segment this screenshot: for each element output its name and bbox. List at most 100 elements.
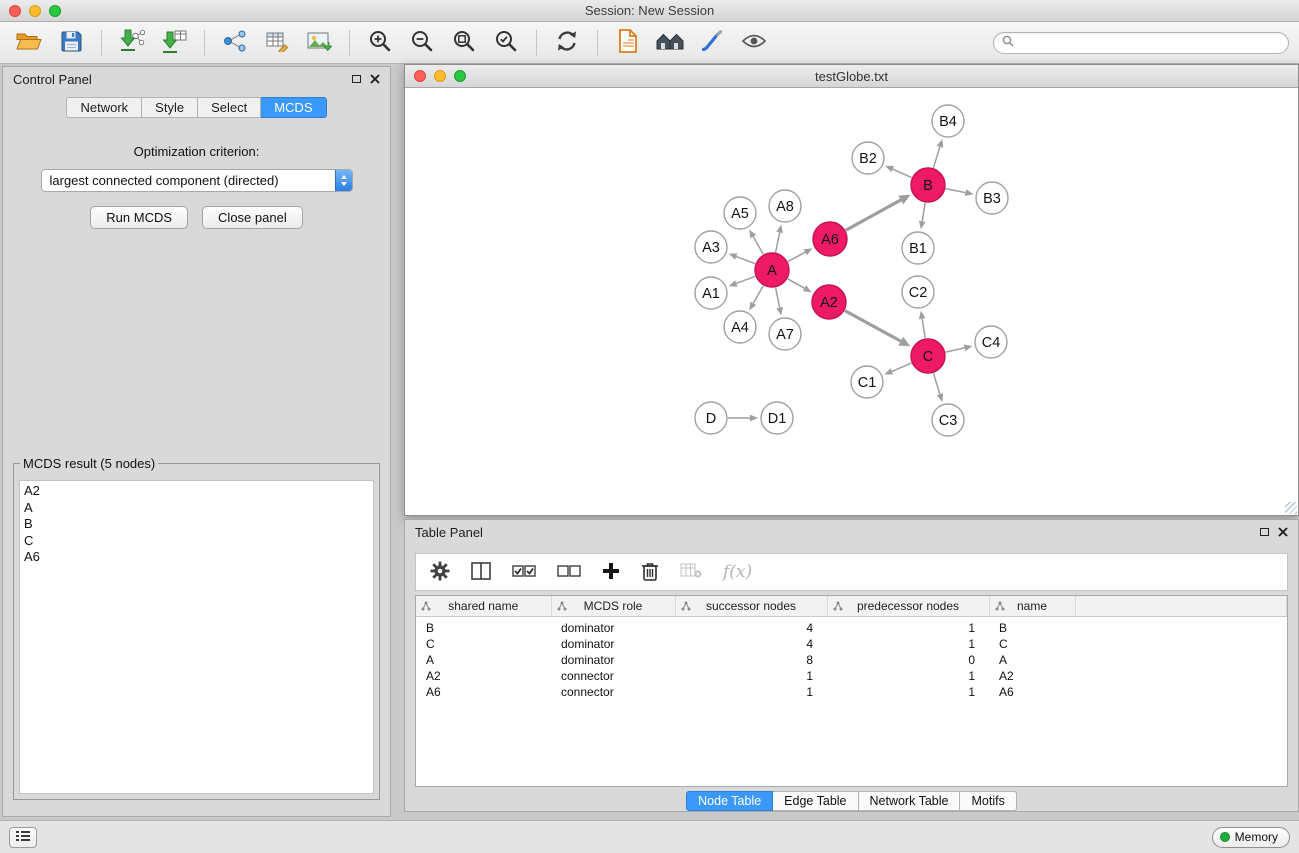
- cell-name[interactable]: A: [989, 652, 1075, 668]
- open-recent-file-button[interactable]: [609, 26, 647, 60]
- import-table-file-button[interactable]: [155, 26, 193, 60]
- control-tab-select[interactable]: Select: [198, 97, 261, 118]
- network-graph[interactable]: B4B2BB3A5A8A6A3B1AA1C2A2A4A7C4CC1C3DD1: [405, 88, 1298, 515]
- mcds-result-item[interactable]: A: [24, 500, 369, 517]
- edge-C-C3[interactable]: [933, 373, 940, 394]
- cell-shared-name[interactable]: A2: [416, 668, 551, 684]
- zoom-window-icon[interactable]: [49, 5, 61, 17]
- import-network-file-button[interactable]: [113, 26, 151, 60]
- node-A1[interactable]: A1: [695, 277, 727, 309]
- cell-MCDS-role[interactable]: connector: [551, 684, 675, 700]
- cell-successor-nodes[interactable]: 1: [675, 684, 827, 700]
- close-table-panel-icon[interactable]: [1278, 525, 1288, 540]
- cell-predecessor-nodes[interactable]: 0: [827, 652, 989, 668]
- node-A[interactable]: A: [755, 253, 789, 287]
- node-A6[interactable]: A6: [813, 222, 847, 256]
- open-session-button[interactable]: [10, 26, 48, 60]
- cell-shared-name[interactable]: A: [416, 652, 551, 668]
- float-panel-icon[interactable]: [352, 75, 361, 83]
- table-row[interactable]: Adominator80A: [416, 652, 1287, 668]
- node-B2[interactable]: B2: [852, 142, 884, 174]
- mcds-result-item[interactable]: C: [24, 533, 369, 550]
- show-hide-button[interactable]: [735, 26, 773, 60]
- add-row-button[interactable]: [602, 562, 620, 583]
- memory-button[interactable]: Memory: [1212, 827, 1290, 848]
- edge-B-B1[interactable]: [922, 203, 925, 222]
- edge-A-A6[interactable]: [788, 252, 805, 261]
- cell-predecessor-nodes[interactable]: 1: [827, 668, 989, 684]
- node-A4[interactable]: A4: [724, 311, 756, 343]
- zoom-out-button[interactable]: [403, 26, 441, 60]
- node-table[interactable]: shared nameMCDS rolesuccessor nodesprede…: [415, 595, 1288, 787]
- edge-B-B2[interactable]: [893, 169, 912, 178]
- column-header-MCDS-role[interactable]: MCDS role: [551, 596, 675, 616]
- close-panel-icon[interactable]: [370, 72, 380, 87]
- column-header-successor-nodes[interactable]: successor nodes: [675, 596, 827, 616]
- float-table-panel-icon[interactable]: [1260, 528, 1269, 536]
- edge-A-A5[interactable]: [753, 237, 763, 255]
- edge-A-A3[interactable]: [736, 257, 755, 264]
- show-panels-button[interactable]: [9, 827, 37, 848]
- cell-predecessor-nodes[interactable]: 1: [827, 616, 989, 636]
- table-tab-motifs[interactable]: Motifs: [960, 791, 1016, 811]
- column-header-predecessor-nodes[interactable]: predecessor nodes: [827, 596, 989, 616]
- mcds-result-item[interactable]: A6: [24, 549, 369, 566]
- edge-C-C2[interactable]: [922, 319, 925, 339]
- show-columns-button[interactable]: [471, 562, 491, 583]
- mcds-result-item[interactable]: A2: [24, 483, 369, 500]
- cell-predecessor-nodes[interactable]: 1: [827, 636, 989, 652]
- table-settings-button[interactable]: [430, 561, 450, 584]
- mcds-result-item[interactable]: B: [24, 516, 369, 533]
- network-canvas[interactable]: B4B2BB3A5A8A6A3B1AA1C2A2A4A7C4CC1C3DD1: [405, 88, 1298, 515]
- close-panel-button[interactable]: Close panel: [202, 206, 303, 229]
- annotate-button[interactable]: [693, 26, 731, 60]
- node-C[interactable]: C: [911, 339, 945, 373]
- edge-A2-C[interactable]: [845, 311, 901, 342]
- edge-C-C4[interactable]: [946, 348, 965, 352]
- new-network-button[interactable]: [216, 26, 254, 60]
- table-row[interactable]: A2connector11A2: [416, 668, 1287, 684]
- column-header-name[interactable]: name: [989, 596, 1075, 616]
- edge-B-B3[interactable]: [946, 189, 966, 193]
- cell-predecessor-nodes[interactable]: 1: [827, 684, 989, 700]
- save-session-button[interactable]: [52, 26, 90, 60]
- node-A3[interactable]: A3: [695, 231, 727, 263]
- new-table-button[interactable]: [258, 26, 296, 60]
- cell-successor-nodes[interactable]: 1: [675, 668, 827, 684]
- window-titlebar[interactable]: Session: New Session: [0, 0, 1299, 22]
- minimize-network-icon[interactable]: [434, 70, 446, 82]
- search-input[interactable]: [1020, 36, 1280, 50]
- node-C1[interactable]: C1: [851, 366, 883, 398]
- cell-MCDS-role[interactable]: dominator: [551, 652, 675, 668]
- cell-successor-nodes[interactable]: 8: [675, 652, 827, 668]
- export-image-button[interactable]: [300, 26, 338, 60]
- edge-C-C1[interactable]: [892, 363, 912, 371]
- node-B[interactable]: B: [911, 168, 945, 202]
- table-row[interactable]: A6connector11A6: [416, 684, 1287, 700]
- cell-MCDS-role[interactable]: dominator: [551, 636, 675, 652]
- cell-successor-nodes[interactable]: 4: [675, 616, 827, 636]
- close-window-icon[interactable]: [9, 5, 21, 17]
- search-box[interactable]: [993, 32, 1289, 54]
- edge-A-A4[interactable]: [753, 286, 763, 304]
- deselect-all-button[interactable]: [557, 564, 581, 581]
- cell-name[interactable]: A2: [989, 668, 1075, 684]
- node-B3[interactable]: B3: [976, 182, 1008, 214]
- delete-row-button[interactable]: [641, 561, 659, 584]
- node-D[interactable]: D: [695, 402, 727, 434]
- control-tab-network[interactable]: Network: [66, 97, 142, 118]
- cell-name[interactable]: A6: [989, 684, 1075, 700]
- delete-table-button[interactable]: [680, 563, 702, 582]
- node-C4[interactable]: C4: [975, 326, 1007, 358]
- cell-shared-name[interactable]: A6: [416, 684, 551, 700]
- cell-name[interactable]: C: [989, 636, 1075, 652]
- table-row[interactable]: Cdominator41C: [416, 636, 1287, 652]
- node-A8[interactable]: A8: [769, 190, 801, 222]
- zoom-in-button[interactable]: [361, 26, 399, 60]
- node-D1[interactable]: D1: [761, 402, 793, 434]
- edge-A-A2[interactable]: [788, 279, 805, 288]
- cell-MCDS-role[interactable]: dominator: [551, 616, 675, 636]
- cell-successor-nodes[interactable]: 4: [675, 636, 827, 652]
- node-A2[interactable]: A2: [812, 285, 846, 319]
- zoom-fit-button[interactable]: [445, 26, 483, 60]
